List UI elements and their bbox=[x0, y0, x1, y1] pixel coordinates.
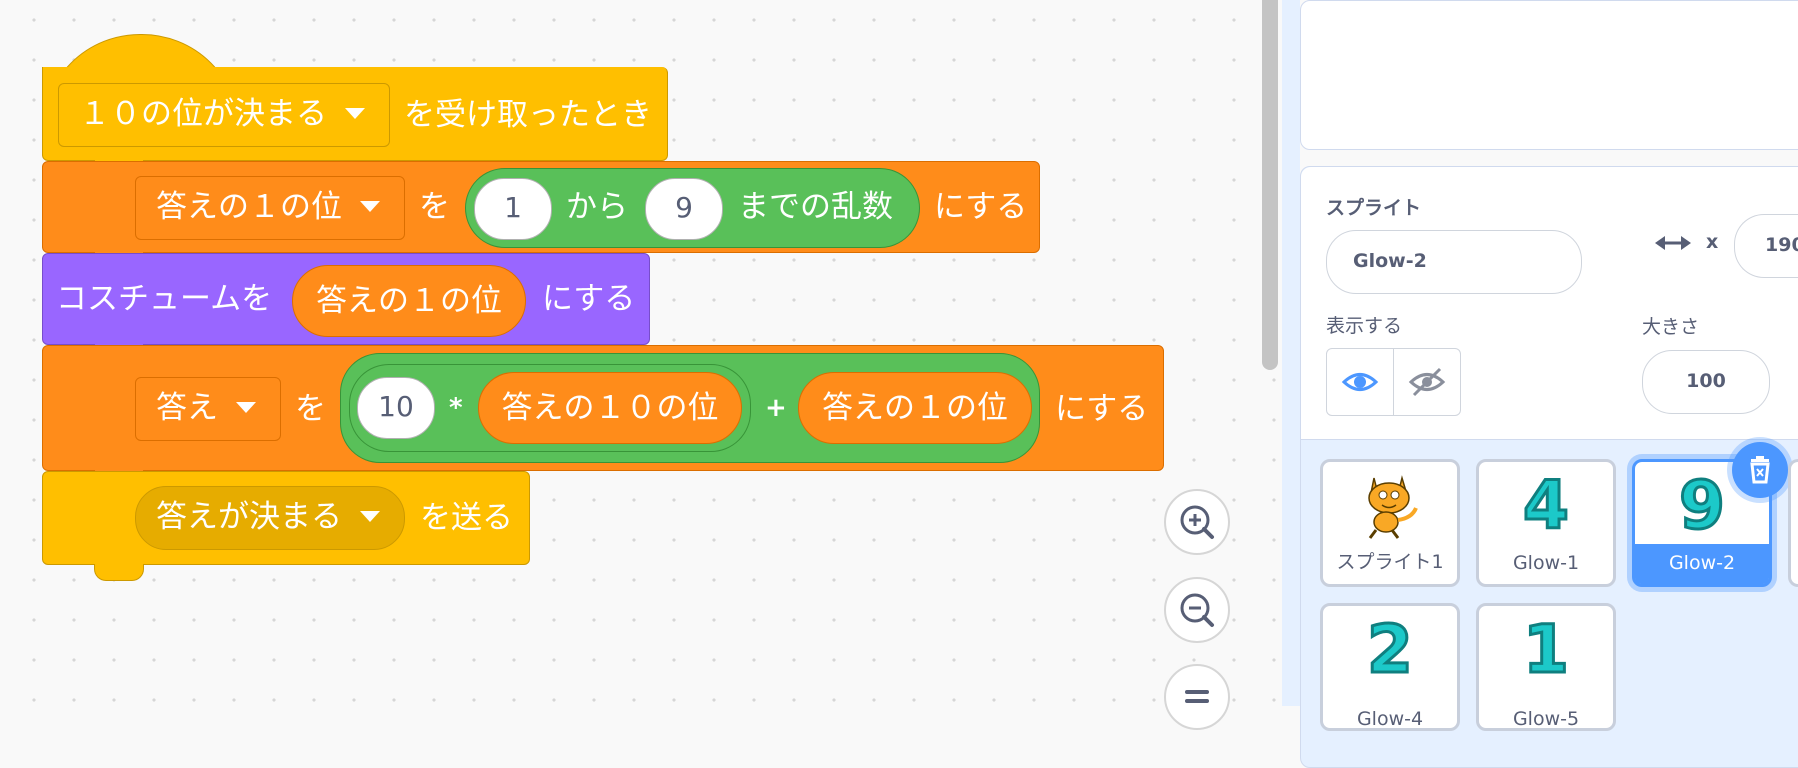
variable-dropdown-label: 答え bbox=[156, 390, 218, 426]
equals-icon bbox=[1185, 690, 1209, 703]
sprite-tile[interactable]: 1 Glow-5 bbox=[1476, 603, 1616, 731]
block-notch bbox=[94, 564, 144, 581]
stage-area[interactable] bbox=[1300, 0, 1798, 150]
variable-dropdown-answer[interactable]: 答え bbox=[135, 377, 281, 441]
set-suffix: にする bbox=[934, 189, 1028, 225]
size-input[interactable]: 100 bbox=[1642, 350, 1770, 414]
sprite-tile[interactable]: スプライト1 bbox=[1320, 459, 1460, 587]
sprite-tile-name: Glow-1 bbox=[1512, 552, 1580, 574]
trash-icon bbox=[1750, 456, 1770, 484]
receive-suffix: を受け取ったとき bbox=[404, 97, 652, 133]
zoom-out-icon bbox=[1180, 593, 1214, 627]
horizontal-arrows-icon bbox=[1655, 236, 1691, 250]
add-operator: + bbox=[765, 393, 787, 423]
receive-message-label: １０の位が決まる bbox=[79, 96, 327, 132]
variable-dropdown-ones[interactable]: 答えの１の位 bbox=[135, 176, 405, 240]
sprite-tile-name: スプライト1 bbox=[1336, 551, 1444, 573]
ones-variable-reporter[interactable]: 答えの１の位 bbox=[798, 372, 1032, 444]
random-to-input[interactable]: 9 bbox=[645, 178, 723, 240]
random-to-label: までの乱数 bbox=[738, 189, 893, 225]
digit-four-costume-icon: 4 bbox=[1522, 466, 1571, 546]
eye-icon bbox=[1341, 373, 1379, 391]
zoom-in-icon bbox=[1180, 505, 1214, 539]
size-label: 大きさ bbox=[1642, 316, 1700, 338]
sprite-tile[interactable]: 4 Glow-1 bbox=[1476, 459, 1616, 587]
set-particle: を bbox=[419, 189, 450, 225]
tens-variable-reporter[interactable]: 答えの１０の位 bbox=[478, 372, 742, 444]
multiply-operator: * bbox=[449, 393, 463, 423]
pane-divider bbox=[1282, 0, 1300, 706]
workspace-scrollbar[interactable] bbox=[1262, 0, 1278, 370]
dropdown-arrow-icon bbox=[236, 402, 256, 413]
variable-dropdown-label: 答えの１の位 bbox=[156, 189, 342, 225]
broadcast-message-dropdown[interactable]: 答えが決まる bbox=[135, 486, 405, 550]
broadcast-message-label: 答えが決まる bbox=[156, 499, 342, 535]
dropdown-arrow-icon bbox=[360, 511, 380, 522]
sprite-tile-name: Glow-2 bbox=[1668, 552, 1736, 574]
sprite-tile-partial[interactable] bbox=[1788, 459, 1798, 587]
receive-message-dropdown[interactable]: １０の位が決まる bbox=[58, 83, 390, 147]
zoom-in-button[interactable] bbox=[1164, 489, 1230, 555]
eye-slash-icon bbox=[1408, 367, 1446, 397]
zoom-reset-button[interactable] bbox=[1164, 664, 1230, 730]
broadcast-suffix: を送る bbox=[420, 500, 513, 536]
dropdown-arrow-icon bbox=[360, 201, 380, 212]
dropdown-arrow-icon bbox=[345, 108, 365, 119]
show-sprite-button[interactable] bbox=[1326, 348, 1394, 416]
switch-costume-prefix: コスチュームを bbox=[56, 281, 273, 317]
multiplier-input[interactable]: 10 bbox=[357, 377, 435, 439]
delete-sprite-button[interactable] bbox=[1732, 442, 1788, 498]
hide-sprite-button[interactable] bbox=[1393, 348, 1461, 416]
x-label: x bbox=[1706, 231, 1719, 253]
random-from-input[interactable]: 1 bbox=[474, 178, 552, 240]
zoom-out-button[interactable] bbox=[1164, 577, 1230, 643]
costume-variable-reporter[interactable]: 答えの１の位 bbox=[292, 265, 526, 337]
set-suffix: にする bbox=[1055, 391, 1149, 427]
digit-two-costume-icon: 2 bbox=[1366, 610, 1415, 690]
scratch-cat-icon bbox=[1368, 475, 1418, 539]
sprite-tile-name: Glow-5 bbox=[1512, 708, 1580, 730]
sprite-label: スプライト bbox=[1326, 197, 1422, 219]
random-from-label: から bbox=[566, 189, 628, 225]
set-particle: を bbox=[295, 391, 326, 427]
x-position-input[interactable]: 190 bbox=[1734, 214, 1798, 278]
sprite-tile[interactable]: 2 Glow-4 bbox=[1320, 603, 1460, 731]
sprite-tile-name: Glow-4 bbox=[1356, 708, 1424, 730]
sprite-name-input[interactable]: Glow-2 bbox=[1326, 230, 1582, 294]
switch-costume-suffix: にする bbox=[542, 281, 636, 317]
digit-one-costume-icon: 1 bbox=[1522, 610, 1571, 690]
show-label: 表示する bbox=[1326, 315, 1403, 337]
